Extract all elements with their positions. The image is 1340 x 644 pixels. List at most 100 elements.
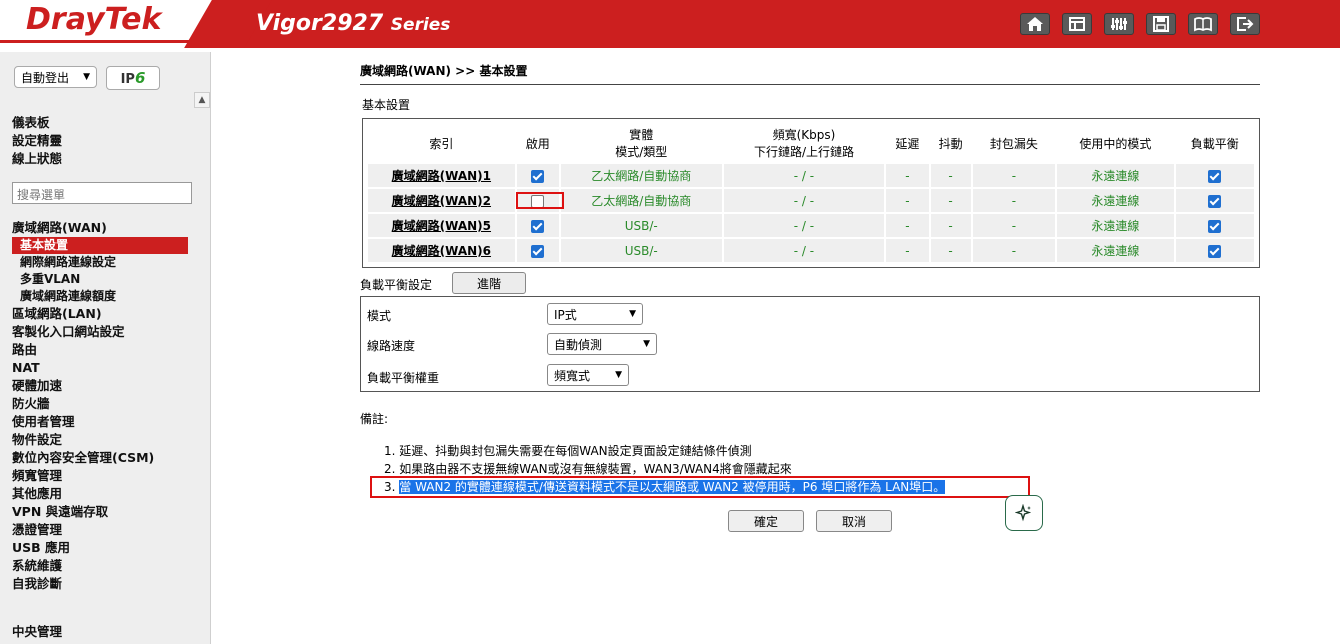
physical-type: USB/- <box>560 214 722 237</box>
sidebar-top-items: 儀表板 設定精靈 線上狀態 <box>12 114 62 168</box>
sidebar-item-hw-accel[interactable]: 硬體加速 <box>12 377 154 395</box>
sliders-icon[interactable] <box>1104 13 1134 35</box>
load-balance-checkbox[interactable] <box>1208 194 1222 208</box>
col-physical: 實體 模式/類型 <box>615 128 668 159</box>
enable-checkbox[interactable] <box>531 244 545 258</box>
sidebar-item-csm[interactable]: 數位內容安全管理(CSM) <box>12 449 154 467</box>
model-series: Series <box>390 15 451 35</box>
sidebar-item-portal[interactable]: 客製化入口網站設定 <box>12 323 154 341</box>
sidebar: 自動登出 ▼ IP6 ▲ 儀表板 設定精靈 線上狀態 搜尋選單 廣域網路(WAN)… <box>0 52 211 644</box>
sidebar-item-routing[interactable]: 路由 <box>12 341 154 359</box>
auto-logout-value: 自動登出 <box>21 70 70 85</box>
sidebar-item-maintenance[interactable]: 系統維護 <box>12 557 154 575</box>
app-header: DrayTek Vigor2927 Series <box>0 0 1340 48</box>
col-load-balance: 負載平衡 <box>1190 136 1239 151</box>
sidebar-item-wizard[interactable]: 設定精靈 <box>12 132 62 150</box>
ipv6-badge[interactable]: IP6 <box>106 66 160 90</box>
breadcrumb: 廣域網路(WAN) >> 基本設置 <box>360 64 528 78</box>
mode-select-value: IP式 <box>554 307 577 322</box>
sidebar-item-applications[interactable]: 其他應用 <box>12 485 154 503</box>
load-balance-checkbox[interactable] <box>1208 244 1222 258</box>
col-latency: 延遲 <box>895 136 920 151</box>
sidebar-item-online-status[interactable]: 線上狀態 <box>12 150 62 168</box>
sidebar-main-items: 區域網路(LAN) 客製化入口網站設定 路由 NAT 硬體加速 防火牆 使用者管… <box>12 305 154 593</box>
sidebar-item-user-mgmt[interactable]: 使用者管理 <box>12 413 154 431</box>
sidebar-item-internet-access[interactable]: 網際網路連線設定 <box>12 254 188 271</box>
sidebar-item-usb[interactable]: USB 應用 <box>12 539 154 557</box>
model-title: Vigor2927 Series <box>256 11 450 36</box>
active-mode-value: 永遠連線 <box>1057 164 1174 187</box>
section-title: 基本設置 <box>362 98 411 112</box>
load-balance-checkbox-cell <box>1175 214 1254 237</box>
load-balance-title: 負載平衡設定 <box>360 278 433 292</box>
home-icon[interactable] <box>1020 13 1050 35</box>
wan-index-link[interactable]: 廣域網路(WAN)2 <box>368 189 515 212</box>
layout-icon[interactable] <box>1062 13 1092 35</box>
wan2-enable-highlight-box <box>516 192 564 209</box>
sparkle-icon[interactable] <box>1005 495 1043 531</box>
sidebar-item-wan-basic[interactable]: 基本設置 <box>12 237 188 254</box>
load-balance-checkbox-cell <box>1175 239 1254 262</box>
brand-logo: DrayTek <box>26 2 162 37</box>
jitter-value: - <box>930 189 971 212</box>
wan-table-body: 廣域網路(WAN)1 乙太網路/自動協商 - / - - - - 永遠連線 廣域網路(WAN)… <box>368 164 1254 262</box>
mode-label: 模式 <box>367 309 392 323</box>
load-balance-checkbox-cell <box>1175 189 1254 212</box>
sidebar-item-objects[interactable]: 物件設定 <box>12 431 154 449</box>
lb-weight-select[interactable]: 頻寬式 ▼ <box>547 364 629 386</box>
sidebar-bottom-items: 中央管理 <box>12 623 62 641</box>
chevron-down-icon: ▼ <box>643 339 650 349</box>
sidebar-item-wan[interactable]: 廣域網路(WAN) <box>12 219 188 237</box>
ok-button[interactable]: 確定 <box>728 510 804 532</box>
notes-title: 備註: <box>360 412 389 426</box>
sidebar-item-bandwidth[interactable]: 頻寬管理 <box>12 467 154 485</box>
enable-checkbox-cell <box>516 164 559 187</box>
sidebar-item-diagnostics[interactable]: 自我診斷 <box>12 575 154 593</box>
physical-type: 乙太網路/自動協商 <box>560 164 722 187</box>
sidebar-item-nat[interactable]: NAT <box>12 359 154 377</box>
logout-icon[interactable] <box>1230 13 1260 35</box>
sidebar-item-vpn[interactable]: VPN 與遠端存取 <box>12 503 154 521</box>
mode-select[interactable]: IP式 ▼ <box>547 303 643 325</box>
sidebar-item-firewall[interactable]: 防火牆 <box>12 395 154 413</box>
wan-index-link[interactable]: 廣域網路(WAN)1 <box>368 164 515 187</box>
sidebar-item-certificates[interactable]: 憑證管理 <box>12 521 154 539</box>
enable-checkbox[interactable] <box>531 219 545 233</box>
chevron-down-icon: ▼ <box>629 309 636 319</box>
save-icon[interactable] <box>1146 13 1176 35</box>
bandwidth-value: - / - <box>723 189 885 212</box>
chevron-down-icon: ▼ <box>83 72 90 82</box>
menu-search-input[interactable]: 搜尋選單 <box>12 182 192 204</box>
load-balance-checkbox[interactable] <box>1208 169 1222 183</box>
auto-logout-select[interactable]: 自動登出 ▼ <box>14 66 97 88</box>
table-row: 廣域網路(WAN)5 USB/- - / - - - - 永遠連線 <box>368 214 1254 237</box>
table-header-row: 索引 啟用 實體 模式/類型 頻寬(Kbps) 下行鏈路/上行鏈路 延遲 抖動 … <box>368 124 1254 162</box>
sidebar-item-wan-budget[interactable]: 廣域網路連線額度 <box>12 288 188 305</box>
sidebar-item-dashboard[interactable]: 儀表板 <box>12 114 62 132</box>
cancel-button[interactable]: 取消 <box>816 510 892 532</box>
col-bandwidth: 頻寬(Kbps) 下行鏈路/上行鏈路 <box>753 128 854 159</box>
sidebar-item-central-mgmt[interactable]: 中央管理 <box>12 623 62 641</box>
model-name: Vigor2927 <box>256 11 384 36</box>
bandwidth-value: - / - <box>723 214 885 237</box>
jitter-value: - <box>930 164 971 187</box>
sidebar-item-lan[interactable]: 區域網路(LAN) <box>12 305 154 323</box>
col-active-mode: 使用中的模式 <box>1079 136 1152 151</box>
note-item: 1. 延遲、抖動與封包漏失需要在每個WAN設定頁面設定鏈結條件偵測 <box>384 444 752 458</box>
load-balance-checkbox[interactable] <box>1208 219 1222 233</box>
scroll-up-arrow-icon[interactable]: ▲ <box>194 92 210 108</box>
line-speed-select[interactable]: 自動偵測 ▼ <box>547 333 657 355</box>
enable-checkbox-cell <box>516 214 559 237</box>
book-icon[interactable] <box>1188 13 1218 35</box>
enable-checkbox[interactable] <box>531 169 545 183</box>
sidebar-item-multi-vlan[interactable]: 多重VLAN <box>12 271 188 288</box>
ipv6-label: IP6 <box>120 69 146 87</box>
wan-index-link[interactable]: 廣域網路(WAN)6 <box>368 239 515 262</box>
latency-value: - <box>886 164 929 187</box>
wan-index-link[interactable]: 廣域網路(WAN)5 <box>368 214 515 237</box>
header-underline <box>0 40 240 43</box>
loss-value: - <box>972 164 1056 187</box>
breadcrumb-divider <box>360 84 1260 85</box>
advanced-button[interactable]: 進階 <box>452 272 526 294</box>
col-index: 索引 <box>429 136 454 151</box>
